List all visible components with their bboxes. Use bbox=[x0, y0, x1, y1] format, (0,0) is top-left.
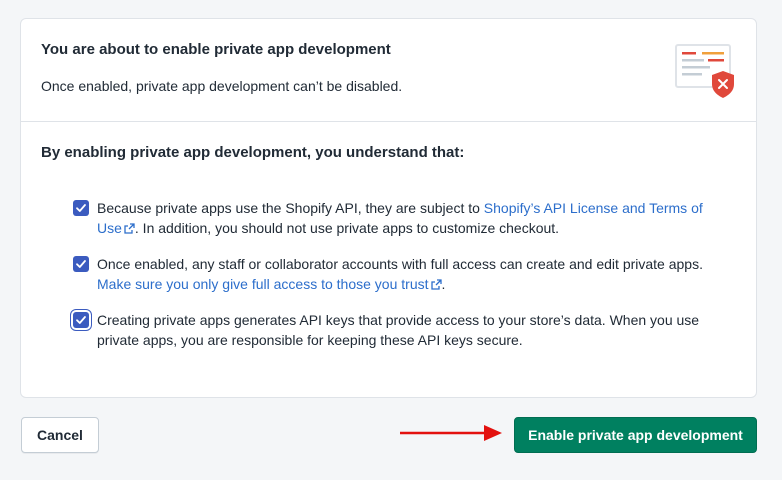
agreement-text: Because private apps use the Shopify API… bbox=[97, 200, 703, 236]
agreement-checkbox[interactable] bbox=[73, 256, 89, 272]
red-arrow-icon bbox=[400, 425, 502, 441]
checkmark-icon bbox=[76, 260, 86, 268]
card-header: You are about to enable private app deve… bbox=[21, 19, 756, 122]
external-link-icon bbox=[124, 223, 135, 234]
agreement-checkbox[interactable] bbox=[73, 200, 89, 216]
checkmark-icon bbox=[76, 316, 86, 324]
modal-card: You are about to enable private app deve… bbox=[20, 18, 757, 398]
agreement-text: Once enabled, any staff or collaborator … bbox=[97, 256, 703, 292]
external-link-icon bbox=[430, 279, 442, 290]
section-title: By enabling private app development, you… bbox=[41, 144, 465, 161]
cancel-button[interactable]: Cancel bbox=[21, 417, 99, 453]
document-shield-icon bbox=[675, 44, 734, 98]
enable-private-app-development-button[interactable]: Enable private app development bbox=[514, 417, 757, 453]
page-subtitle: Once enabled, private app development ca… bbox=[41, 78, 403, 94]
full-access-link[interactable]: Make sure you only give full access to t… bbox=[97, 276, 442, 292]
agreement-text: Creating private apps generates API keys… bbox=[97, 312, 700, 348]
page-title: You are about to enable private app deve… bbox=[41, 41, 391, 58]
agreement-checkbox[interactable] bbox=[73, 312, 89, 328]
checkmark-icon bbox=[76, 204, 86, 212]
